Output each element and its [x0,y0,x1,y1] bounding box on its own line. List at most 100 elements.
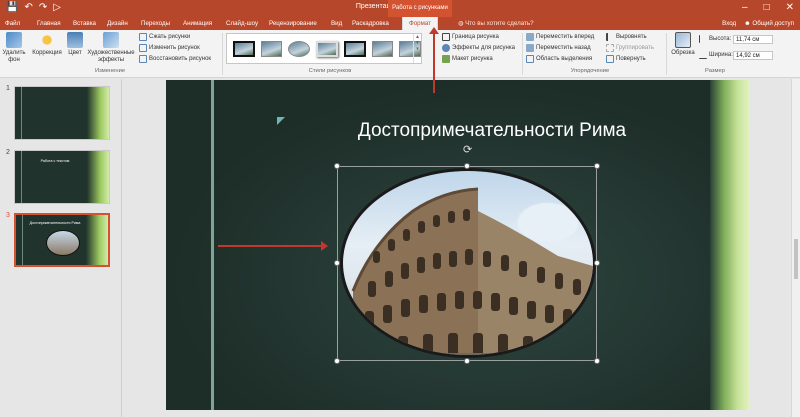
close-icon[interactable]: ✕ [786,2,794,13]
gallery-scroll[interactable]: ▲ ▼ ▾ [413,34,421,63]
ribbon: Удалить фон Коррекция Цвет Художественны… [0,30,800,78]
resize-handle[interactable] [594,260,600,266]
slide-decor-strip [211,80,214,410]
resize-handle[interactable] [334,358,340,364]
thumbnail-decor [21,87,22,139]
artistic-effects-button[interactable]: Художественные эффекты [87,32,135,64]
resize-handle[interactable] [594,163,600,169]
slide-thumbnail-1[interactable] [14,86,110,140]
picture-effects-label: Эффекты для рисунка [452,45,515,51]
picture-style-5[interactable] [343,40,366,57]
crop-button[interactable]: Обрезка [670,32,696,57]
ribbon-separator [522,33,523,75]
reset-picture-button[interactable]: Восстановить рисунок [139,54,211,64]
group-label: Группировать [616,45,654,51]
resize-handle[interactable] [464,163,470,169]
selection-pane-icon [526,55,534,63]
send-backward-button[interactable]: Переместить назад [526,43,591,53]
width-label: Ширина: [699,50,733,60]
tab-slideshow[interactable]: Слайд-шоу [226,17,258,30]
rotate-label: Повернуть [616,56,646,62]
thumbnail-number: 2 [6,149,10,156]
picture-style-4[interactable] [316,40,338,57]
minimize-icon[interactable]: – [742,2,748,13]
slide-decor-triangle [277,117,285,125]
group-button[interactable]: Группировать [606,43,654,53]
bring-forward-button[interactable]: Переместить вперед [526,32,594,42]
height-label-text: Высота: [709,36,732,42]
group-label-styles: Стили рисунков [308,68,352,74]
color-button[interactable]: Цвет [64,32,86,57]
tab-design[interactable]: Дизайн [107,17,128,30]
color-label: Цвет [68,50,82,56]
slide-thumbnail-2[interactable]: Работа с текстом [14,150,110,204]
tab-storyboard[interactable]: Раскадровка [352,17,389,30]
slide-thumbnails-pane: 1 2 Работа с текстом 3 Достопримечательн… [0,79,122,417]
vertical-scrollbar[interactable] [791,79,800,417]
tab-review[interactable]: Рецензирование [269,17,317,30]
group-label-size: Размер [705,68,725,74]
context-tab-title: Работа с рисунками [388,0,452,17]
picture-styles-gallery[interactable]: ▲ ▼ ▾ [226,33,422,64]
pen-icon [442,33,450,41]
thumbnail-picture [46,230,80,256]
selection-pane-button[interactable]: Область выделения [526,54,592,64]
compress-pictures-button[interactable]: Сжать рисунки [139,32,190,42]
width-input[interactable]: 14,92 см [733,51,773,60]
height-input[interactable]: 11,74 см [733,35,773,44]
picture-style-2[interactable] [260,40,283,57]
tab-animations[interactable]: Анимация [183,17,212,30]
picture-effects-button[interactable]: Эффекты для рисунка [442,43,515,53]
resize-handle[interactable] [334,260,340,266]
crop-icon [675,32,691,48]
thumbnail-decor [21,151,22,203]
tell-me-box[interactable]: ◍ Что вы хотите сделать? [458,17,534,30]
align-button[interactable]: Выровнять [606,32,647,42]
title-bar: 💾 ↶ ↷ ▷ Презентация1 - PowerPoint Работа… [0,0,800,17]
rotate-handle-icon[interactable]: ⟳ [463,143,472,156]
slide-decor-gradient [710,80,750,410]
remove-background-icon [6,32,22,48]
thumbnail-title: Достопримечательности Рима [29,221,81,225]
remove-background-button[interactable]: Удалить фон [2,32,26,64]
tab-view[interactable]: Вид [331,17,342,30]
thumbnail-decor [86,215,108,265]
group-label-arrange: Упорядочение [570,68,610,74]
tab-home[interactable]: Главная [37,17,61,30]
bring-forward-label: Переместить вперед [536,34,595,40]
sign-in-link[interactable]: Вход [722,17,736,30]
restore-icon[interactable]: □ [764,2,770,13]
tab-file[interactable]: Файл [5,17,20,30]
reset-picture-icon [139,55,147,63]
lightbulb-icon: ◍ [458,20,464,27]
picture-layout-label: Макет рисунка [452,56,493,62]
picture-style-1[interactable] [233,40,255,57]
group-label-adjust: Изменение [94,68,126,74]
thumbnail-title: Работа с текстом [40,159,70,163]
send-backward-icon [526,44,534,52]
height-icon [699,35,707,43]
rotate-button[interactable]: Повернуть [606,54,646,64]
change-picture-button[interactable]: Изменить рисунок [139,43,200,53]
width-label-text: Ширина: [709,52,733,58]
resize-handle[interactable] [464,358,470,364]
scrollbar-thumb[interactable] [794,239,798,279]
slide-thumbnail-3[interactable]: Достопримечательности Рима [14,213,110,267]
layout-icon [442,55,450,63]
remove-background-label: Удалить фон [2,50,26,63]
tab-transitions[interactable]: Переходы [141,17,170,30]
thumbnail-decor [87,87,109,139]
window-controls: – □ ✕ [742,2,794,13]
resize-handle[interactable] [334,163,340,169]
artistic-effects-label: Художественные эффекты [87,50,135,63]
picture-layout-button[interactable]: Макет рисунка [442,54,493,64]
resize-handle[interactable] [594,358,600,364]
tab-insert[interactable]: Вставка [73,17,96,30]
slide-title[interactable]: Достопримечательности Рима [302,120,682,142]
picture-style-3[interactable] [288,40,311,57]
rotate-icon [606,55,614,63]
picture-style-6[interactable] [371,40,394,57]
share-button[interactable]: ☻ Общий доступ [744,17,794,30]
corrections-button[interactable]: Коррекция [30,32,64,57]
picture-border-button[interactable]: Граница рисунка [442,32,499,42]
